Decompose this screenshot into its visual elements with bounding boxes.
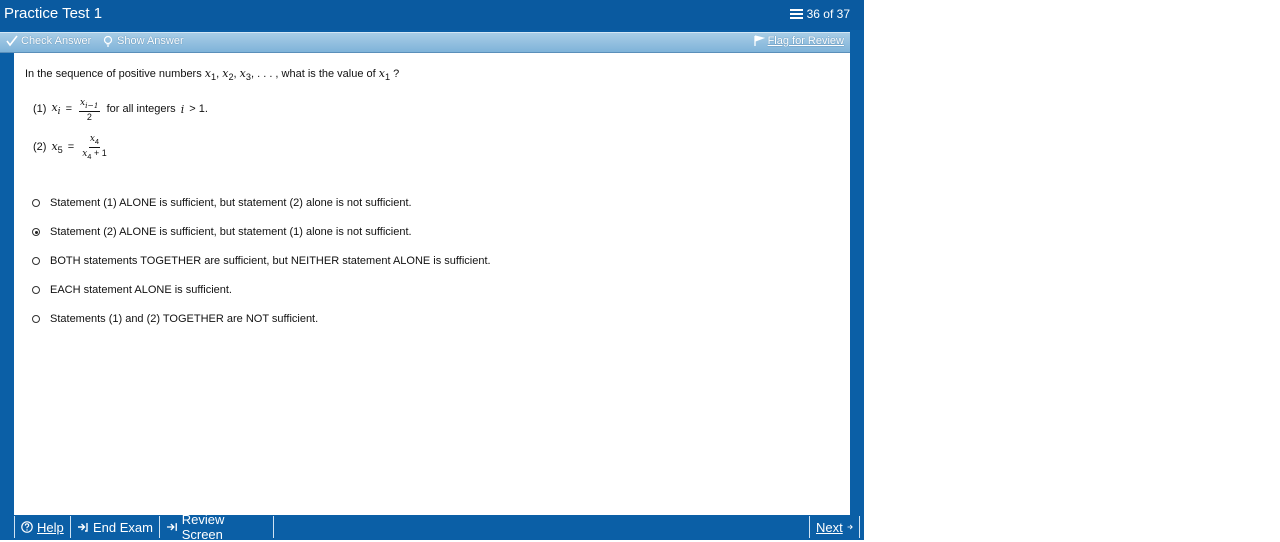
answer-option-b[interactable]: Statement (2) ALONE is sufficient, but s… [32,226,412,238]
option-a-text: Statement (1) ALONE is sufficient, but s… [50,197,412,209]
s1-condition: > 1. [189,103,208,116]
bottom-bar: Help End Exam Review Screen Next [14,512,864,542]
s2-equals: = [67,141,75,154]
option-b-text: Statement (2) ALONE is sufficient, but s… [50,226,412,238]
toolbar: Check Answer Show Answer Flag for Review [0,32,850,53]
review-screen-button[interactable]: Review Screen [160,512,274,542]
radio-button[interactable] [32,315,40,323]
check-answer-label: Check Answer [21,35,92,47]
statement-2: (2) x5 = x4 x4 + 1 [33,133,110,162]
show-answer-button[interactable]: Show Answer [102,35,184,47]
next-label: Next [816,519,843,535]
answer-option-a[interactable]: Statement (1) ALONE is sufficient, but s… [32,197,412,209]
next-button[interactable]: Next [809,516,860,538]
list-icon [789,9,803,19]
s2-lhs-sub: 5 [57,144,63,155]
help-icon [21,521,33,533]
help-button[interactable]: Help [14,516,71,538]
question-stem: In the sequence of positive numbers x1, … [25,67,400,83]
end-exam-icon [78,523,88,532]
radio-button-selected[interactable] [32,228,40,236]
flag-icon [753,35,765,46]
lightbulb-icon [103,35,113,47]
question-counter: 36 of 37 [789,7,850,21]
statement-1-label: (1) [33,103,47,116]
option-d-text: EACH statement ALONE is sufficient. [50,284,232,296]
radio-button[interactable] [32,286,40,294]
end-exam-label: End Exam [93,519,153,535]
arrow-to-bar-icon [166,523,177,531]
sub-2: 2 [228,72,234,83]
option-c-text: BOTH statements TOGETHER are sufficient,… [50,255,491,267]
check-answer-button[interactable]: Check Answer [6,35,91,47]
s2-den-tail: + 1 [93,147,107,158]
answer-option-e[interactable]: Statements (1) and (2) TOGETHER are NOT … [32,313,318,325]
s1-i-var: i [180,102,185,116]
window-title: Practice Test 1 [4,5,103,22]
flag-for-review-button[interactable]: Flag for Review [753,35,844,47]
title-bar: Practice Test 1 36 of 37 [0,0,864,30]
s1-num-sub: i−1 [85,100,99,110]
s1-den: 2 [86,111,92,122]
counter-text: 36 of 37 [806,7,850,21]
s1-tail: for all integers [106,103,176,116]
s1-equals: = [65,103,73,116]
sub-1: 1 [211,72,217,83]
s2-fraction: x4 x4 + 1 [81,133,108,162]
radio-button[interactable] [32,199,40,207]
question-text: In the sequence of positive numbers [25,68,202,80]
sub-last: 1 [385,72,391,83]
answer-option-c[interactable]: BOTH statements TOGETHER are sufficient,… [32,255,491,267]
question-dots: , . . . , what is the value of [250,68,376,80]
s2-num-sub: 4 [94,136,100,146]
review-screen-label: Review Screen [181,512,225,542]
checkmark-icon [6,35,18,47]
end-exam-button[interactable]: End Exam [71,516,160,538]
help-label: Help [37,519,64,535]
statement-1: (1) xi = xi−1 2 for all integers i > 1. [33,97,208,122]
question-mark: ? [393,68,400,80]
option-e-text: Statements (1) and (2) TOGETHER are NOT … [50,313,319,325]
radio-button[interactable] [32,257,40,265]
flag-for-review-label: Flag for Review [767,35,844,47]
answer-option-d[interactable]: EACH statement ALONE is sufficient. [32,284,232,296]
exam-window: Practice Test 1 36 of 37 Check Answer Sh… [0,0,864,542]
question-panel: In the sequence of positive numbers x1, … [14,53,850,515]
arrow-right-icon [847,524,853,530]
s2-den-sub: 4 [87,151,92,161]
show-answer-label: Show Answer [117,35,184,47]
statement-2-label: (2) [33,141,47,154]
s1-fraction: xi−1 2 [79,97,100,122]
s1-lhs-sub: i [57,106,61,118]
